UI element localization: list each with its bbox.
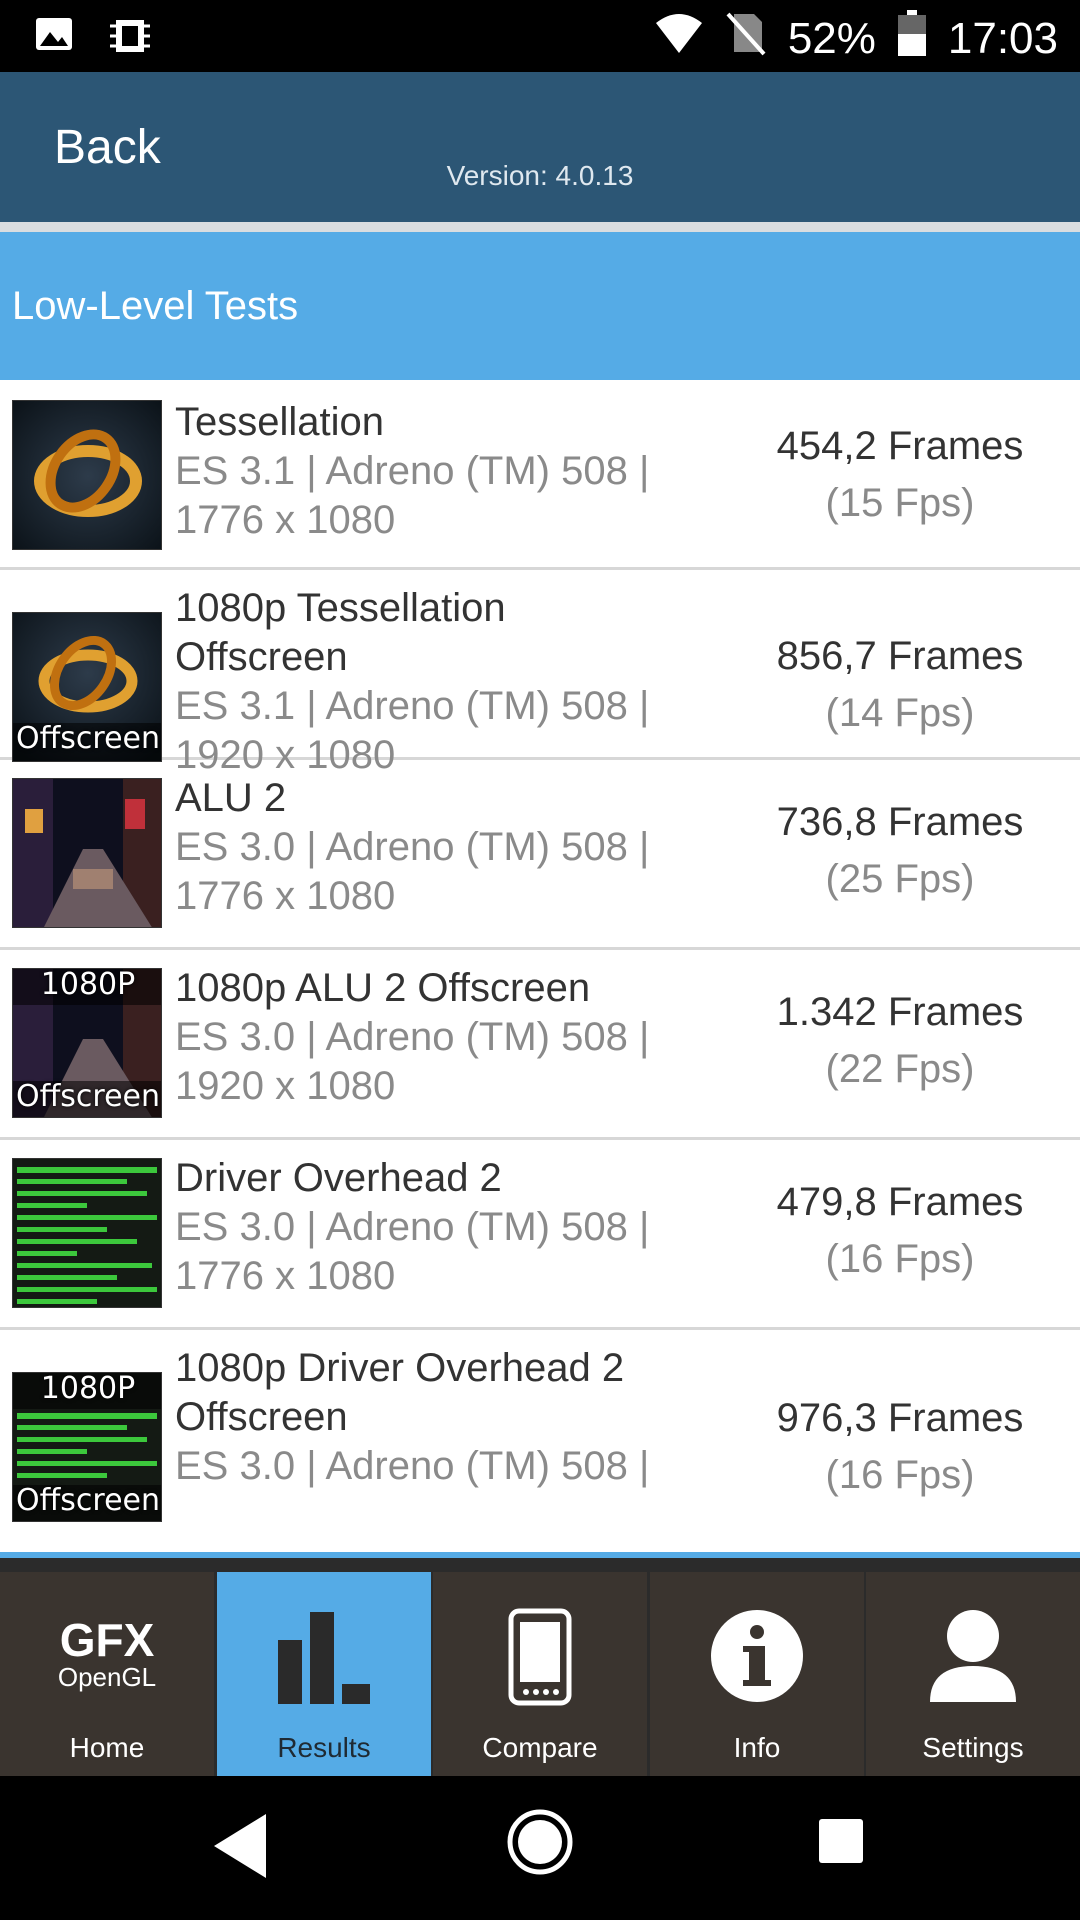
section-header: Low-Level Tests <box>0 232 1080 380</box>
test-resolution: 1776 x 1080 <box>175 1254 396 1298</box>
user-icon <box>928 1608 1018 1709</box>
tab-info-label: Info <box>733 1732 781 1763</box>
result-row-driver-overhead-offscreen[interactable]: 1080P Offscreen 1080p Driver Overhead 2 … <box>0 1330 1080 1550</box>
tessellation-offscreen-thumbnail: Offscreen <box>12 612 162 762</box>
frames-score: 454,2 Frames <box>776 424 1024 468</box>
test-resolution: 1776 x 1080 <box>175 498 396 542</box>
offscreen-label: Offscreen <box>15 1483 160 1518</box>
test-name: Driver Overhead 2 <box>175 1156 502 1200</box>
battery-icon <box>897 10 926 67</box>
fps-score: (25 Fps) <box>825 857 975 901</box>
test-name-line2: Offscreen <box>175 1395 348 1439</box>
alu2-thumbnail <box>12 778 162 928</box>
logo-gfx: GFX <box>59 1614 155 1666</box>
test-api-gpu: ES 3.0 | Adreno (TM) 508 | <box>175 1444 650 1488</box>
logo-opengl: OpenGL <box>57 1662 157 1692</box>
resolution-1080p-label: 1080P <box>40 1372 136 1406</box>
app-header: Back Version: 4.0.13 <box>0 72 1080 222</box>
back-nav-icon[interactable] <box>212 1812 268 1885</box>
tab-info[interactable]: Info <box>650 1572 864 1782</box>
battery-percent: 52% <box>787 13 876 63</box>
alu2-offscreen-thumbnail: 1080P Offscreen <box>12 968 162 1118</box>
system-nav-bar <box>0 1776 1080 1920</box>
no-sim-icon <box>726 10 766 67</box>
tab-compare-label: Compare <box>482 1732 598 1763</box>
test-name: Tessellation <box>175 400 385 444</box>
wifi-icon <box>654 11 704 66</box>
image-icon <box>34 14 74 63</box>
section-title: Low-Level Tests <box>12 284 299 328</box>
test-name-line2: Offscreen <box>175 635 348 679</box>
result-row-alu2[interactable]: ALU 2 ES 3.0 | Adreno (TM) 508 | 1776 x … <box>0 760 1080 950</box>
result-row-alu2-offscreen[interactable]: 1080P Offscreen 1080p ALU 2 Offscreen ES… <box>0 950 1080 1140</box>
divider <box>0 222 1080 232</box>
driver-overhead-thumbnail <box>12 1158 162 1308</box>
frames-score: 736,8 Frames <box>776 800 1024 844</box>
offscreen-label: Offscreen <box>15 721 160 756</box>
test-api-gpu: ES 3.0 | Adreno (TM) 508 | <box>175 1205 650 1249</box>
test-api-gpu: ES 3.1 | Adreno (TM) 508 | <box>175 449 650 493</box>
home-nav-icon[interactable] <box>506 1808 574 1881</box>
recents-nav-icon[interactable] <box>818 1818 864 1869</box>
clock: 17:03 <box>947 13 1058 63</box>
test-api-gpu: ES 3.0 | Adreno (TM) 508 | <box>175 825 650 869</box>
test-name: ALU 2 <box>175 776 287 820</box>
test-api-gpu: ES 3.1 | Adreno (TM) 508 | <box>175 684 650 728</box>
resolution-1080p-label: 1080P <box>40 968 136 1002</box>
offscreen-label: Offscreen <box>15 1079 160 1114</box>
test-name: 1080p Driver Overhead 2 <box>175 1346 625 1390</box>
fps-score: (15 Fps) <box>825 481 975 525</box>
tessellation-thumbnail <box>12 400 162 550</box>
tab-home-label: Home <box>69 1732 145 1763</box>
frames-score: 856,7 Frames <box>776 634 1024 678</box>
frames-score: 479,8 Frames <box>776 1180 1024 1224</box>
phone-icon <box>508 1608 572 1711</box>
test-resolution: 1776 x 1080 <box>175 874 396 918</box>
tab-settings-label: Settings <box>922 1732 1024 1763</box>
fps-score: (16 Fps) <box>825 1237 975 1281</box>
tab-results-label: Results <box>277 1732 371 1763</box>
fps-score: (16 Fps) <box>825 1453 975 1497</box>
frames-score: 976,3 Frames <box>776 1396 1024 1440</box>
test-name: 1080p Tessellation <box>175 586 506 630</box>
status-bar: 52% 17:03 <box>0 0 1080 72</box>
version-label: Version: 4.0.13 <box>446 160 634 191</box>
fps-score: (14 Fps) <box>825 691 975 735</box>
tab-results[interactable]: Results <box>217 1572 431 1782</box>
bar-chart-icon <box>276 1610 372 1711</box>
tab-settings[interactable]: Settings <box>866 1572 1080 1782</box>
results-list[interactable]: Tessellation ES 3.1 | Adreno (TM) 508 | … <box>0 380 1080 1552</box>
info-icon <box>709 1608 805 1709</box>
bottom-tab-bar: GFX OpenGL Home Results Compare Info Set… <box>0 1552 1080 1782</box>
result-row-tessellation-offscreen[interactable]: Offscreen 1080p Tessellation Offscreen E… <box>0 570 1080 777</box>
chip-icon <box>110 14 150 63</box>
tab-home[interactable]: GFX OpenGL Home <box>0 1572 214 1782</box>
test-resolution: 1920 x 1080 <box>175 1064 396 1108</box>
result-row-tessellation[interactable]: Tessellation ES 3.1 | Adreno (TM) 508 | … <box>0 380 1080 570</box>
fps-score: (22 Fps) <box>825 1047 975 1091</box>
gfx-opengl-logo: GFX OpenGL <box>47 1614 167 1692</box>
test-api-gpu: ES 3.0 | Adreno (TM) 508 | <box>175 1015 650 1059</box>
tab-compare[interactable]: Compare <box>433 1572 647 1782</box>
result-row-driver-overhead[interactable]: Driver Overhead 2 ES 3.0 | Adreno (TM) 5… <box>0 1140 1080 1330</box>
frames-score: 1.342 Frames <box>776 990 1024 1034</box>
test-name: 1080p ALU 2 Offscreen <box>175 966 591 1010</box>
driver-overhead-offscreen-thumbnail: 1080P Offscreen <box>12 1372 162 1522</box>
